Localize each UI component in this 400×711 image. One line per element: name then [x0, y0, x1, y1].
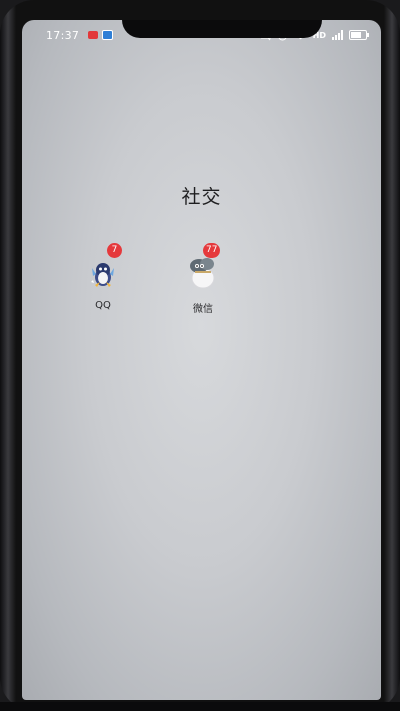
folder-title: 社交	[181, 186, 222, 208]
app-label-qq: QQ	[95, 300, 111, 311]
wechat-app-icon[interactable]: 77	[183, 243, 223, 292]
battery-icon	[349, 30, 369, 40]
qq-app-icon[interactable]: 7	[83, 243, 123, 292]
app-label-wechat: 微信	[193, 304, 213, 315]
camera-notch	[122, 20, 322, 38]
qq-notification-badge: 7	[107, 243, 122, 258]
app-qq[interactable]: 7 QQ	[73, 243, 133, 311]
battery-level-fill	[351, 32, 361, 38]
phone-bottom-bezel	[0, 702, 400, 711]
status-time: 17:37	[46, 29, 80, 42]
home-screen: 17:37 HD 社交 7 QQ 77 微信	[22, 20, 381, 700]
notification-blue-icon	[102, 30, 113, 40]
wechat-notification-badge: 77	[203, 243, 221, 258]
app-wechat[interactable]: 77 微信	[173, 243, 233, 315]
signal-icon	[332, 30, 343, 40]
qq-penguin-icon	[91, 263, 114, 287]
notification-red-icon	[88, 31, 98, 39]
wechat-character-icon	[190, 258, 215, 289]
